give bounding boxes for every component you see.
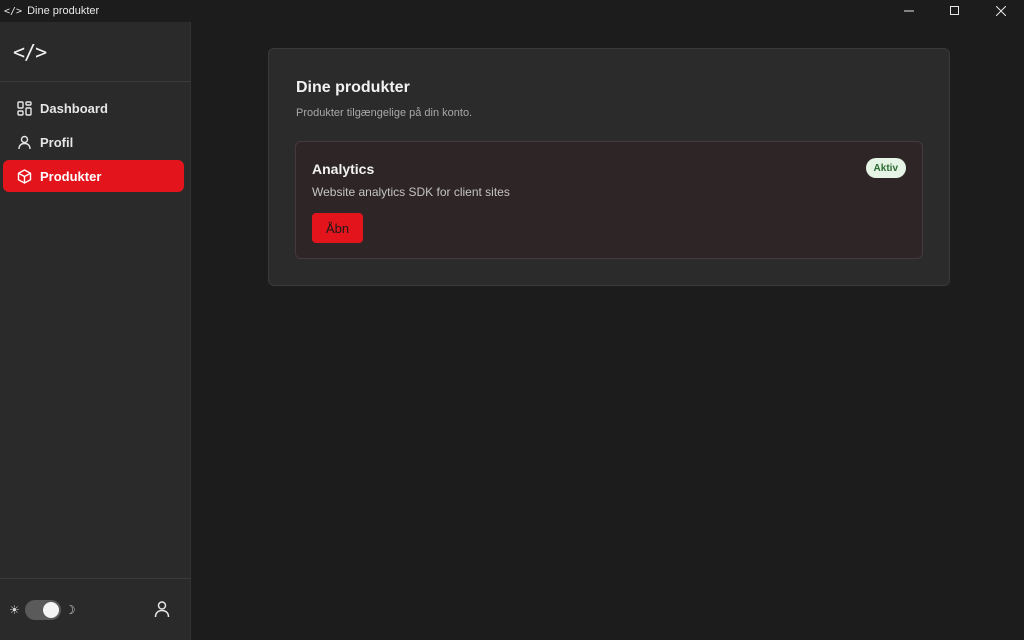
sidebar-footer: ☀ ☽	[0, 578, 191, 640]
sidebar-item-label: Produkter	[40, 168, 102, 184]
dashboard-icon	[16, 100, 32, 116]
product-card: Analytics Website analytics SDK for clie…	[295, 141, 923, 259]
products-panel: Dine produkter Produkter tilgængelige på…	[268, 48, 950, 286]
logo-area: </>	[0, 22, 190, 82]
theme-toggle[interactable]	[24, 599, 61, 620]
user-icon	[154, 601, 170, 618]
close-button[interactable]	[978, 0, 1024, 22]
sidebar-item-produkter[interactable]: Produkter	[3, 160, 184, 192]
window-controls	[886, 0, 1024, 22]
window-titlebar: </> Dine produkter	[0, 0, 1024, 22]
product-name: Analytics	[312, 161, 375, 177]
page-subtitle: Produkter tilgængelige på din konto.	[296, 107, 473, 119]
sidebar-item-profil[interactable]: Profil	[3, 126, 184, 158]
sidebar-item-label: Profil	[40, 134, 74, 150]
close-icon	[996, 6, 1006, 16]
user-icon	[16, 134, 32, 150]
toggle-knob	[42, 601, 59, 618]
box-icon	[16, 168, 32, 184]
moon-icon: ☽	[64, 602, 76, 617]
maximize-button[interactable]	[932, 0, 978, 22]
minimize-button[interactable]	[886, 0, 932, 22]
product-description: Website analytics SDK for client sites	[312, 185, 510, 199]
sun-icon: ☀	[9, 602, 20, 617]
open-button[interactable]: Åbn	[312, 213, 363, 243]
account-button[interactable]	[152, 599, 172, 619]
sidebar-item-label: Dashboard	[40, 100, 108, 116]
app-icon: </>	[4, 5, 23, 17]
sidebar-nav: Dashboard Profil Produkter	[0, 82, 190, 192]
window-title: Dine produkter	[27, 5, 100, 17]
maximize-icon	[950, 6, 959, 15]
page-title: Dine produkter	[296, 79, 410, 96]
app-logo[interactable]: </>	[13, 40, 47, 64]
status-badge: Aktiv	[865, 158, 906, 178]
sidebar: </> Dashboard Profil Produkter ☀ ☽	[0, 22, 191, 640]
minimize-icon	[904, 10, 914, 12]
sidebar-item-dashboard[interactable]: Dashboard	[3, 92, 184, 124]
